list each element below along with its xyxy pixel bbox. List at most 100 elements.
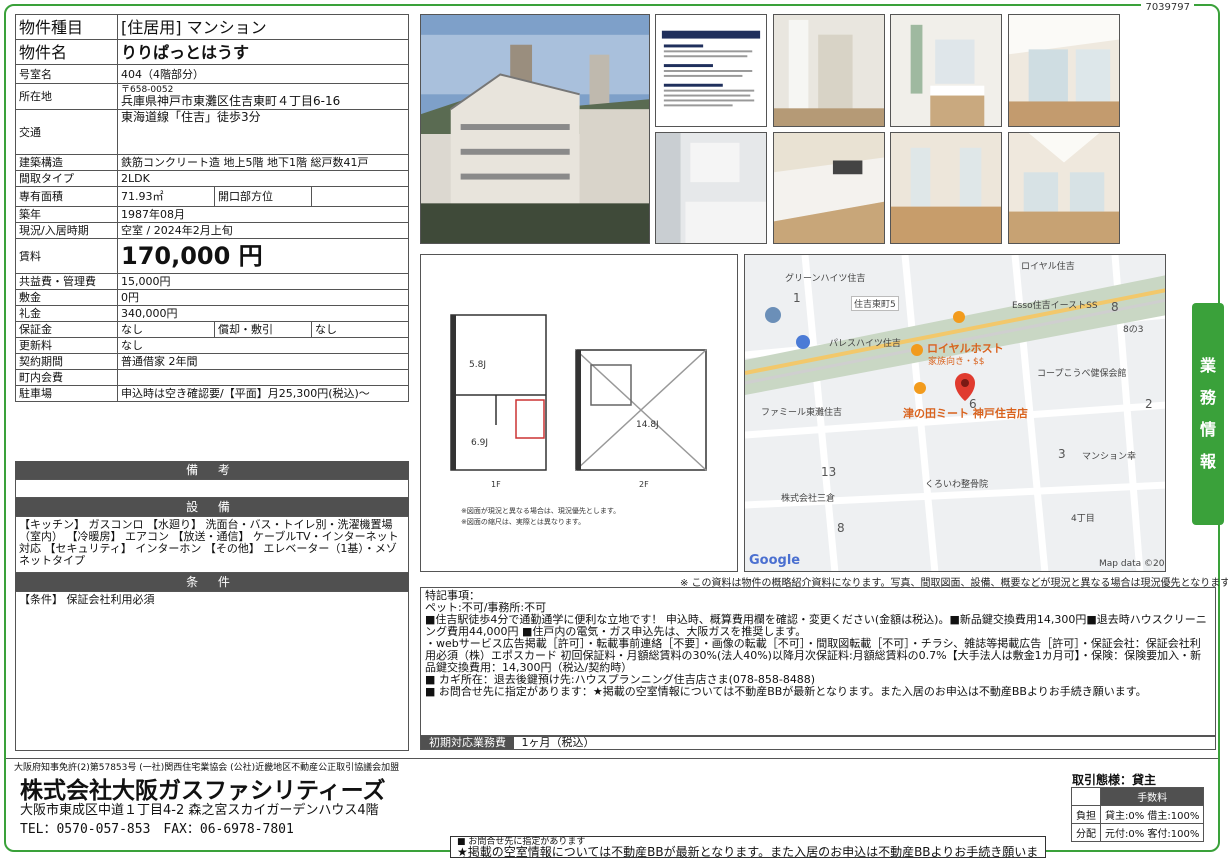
kitchen-photo[interactable] bbox=[773, 132, 885, 244]
company-tel-fax: TEL：0570-057-853 FAX：06-6978-7801 bbox=[20, 822, 294, 837]
room-photo-2[interactable] bbox=[890, 132, 1002, 244]
notes-line-2: ■住吉駅徒歩4分で通勤通学に便利な立地です！ 申込時、概算費用欄を確認・変更くだ… bbox=[425, 613, 1207, 638]
bathroom-photo[interactable] bbox=[655, 132, 767, 244]
rent-value: 170,000 円 bbox=[117, 238, 409, 274]
map-label-15: 8の3 bbox=[1123, 325, 1144, 335]
parking-value: 申込時は空き確認要/【平面】月25,300円(税込)～ bbox=[117, 385, 409, 402]
map-num-3: 6 bbox=[969, 397, 977, 411]
business-info-tab[interactable]: 業 務 情 報 bbox=[1192, 303, 1224, 525]
location-map[interactable]: グリーンハイツ住吉 住吉東町5 ロイヤル住吉 Esso住吉イーストSS パレスハ… bbox=[744, 254, 1166, 572]
map-num-6: 13 bbox=[821, 465, 837, 479]
doc-thumbnail[interactable] bbox=[655, 14, 767, 127]
conditions-header: 条 件 bbox=[15, 573, 409, 591]
floorplan-note-1: ※図面が現況と異なる場合は、現況優先とします。 bbox=[461, 506, 620, 515]
washroom-photo[interactable] bbox=[890, 14, 1002, 127]
room-photo-1[interactable] bbox=[1008, 14, 1120, 127]
map-label-10: 津の田ミート 神戸住吉店 bbox=[903, 407, 1028, 420]
status-label: 現況/入居時期 bbox=[15, 222, 118, 239]
side-tab-char-2: 務 bbox=[1199, 388, 1216, 407]
bottom-note-big: ★掲載の空室情報については不動産BBが最新となります。また入居のお申込は不動産B… bbox=[457, 845, 1039, 858]
room-photo-3[interactable] bbox=[1008, 132, 1120, 244]
map-label-11: マンション幸 bbox=[1082, 452, 1137, 462]
conditions-box: 【条件】 保証会社利用必須 bbox=[15, 591, 409, 751]
map-label-7: 家族向き・$$ bbox=[928, 357, 985, 367]
traffic-label: 交通 bbox=[15, 109, 118, 155]
map-num-7: 8 bbox=[837, 521, 845, 535]
address-label: 所在地 bbox=[15, 83, 118, 110]
built-value: 1987年08月 bbox=[117, 206, 409, 223]
floor-label-2f: 2F bbox=[639, 480, 649, 489]
map-attribution: Map data ©2024 bbox=[1099, 559, 1165, 569]
room-label-3: 14.8J bbox=[636, 420, 659, 430]
google-logo: Google bbox=[749, 553, 801, 568]
floor-plan[interactable]: 5.8J 6.9J 14.8J 1F 2F ※図面が現況と異なる場合は、現況優先… bbox=[420, 254, 738, 572]
key-money-label: 礼金 bbox=[15, 305, 118, 322]
special-notes: 特記事項： ペット:不可/事務所:不可 ■住吉駅徒歩4分で通勤通学に便利な立地で… bbox=[420, 587, 1216, 737]
area-value: 71.93㎡ bbox=[117, 186, 215, 207]
equipment-header: 設 備 bbox=[15, 498, 409, 516]
map-num-1: 1 bbox=[793, 291, 801, 305]
town-fee-label: 町内会費 bbox=[15, 369, 118, 386]
notes-line-3: ・webサービス広告掲載［許可］・転載事前連絡［不要］・画像の転載［不可］・間取… bbox=[425, 637, 1202, 674]
amortization-value: なし bbox=[311, 321, 409, 338]
type-label: 物件種目 bbox=[15, 14, 118, 40]
burden-label: 負担 bbox=[1071, 805, 1101, 824]
initial-fee-value: 1ヶ月（税込） bbox=[521, 736, 595, 749]
map-label-8: コープこうべ健保会館 bbox=[1037, 369, 1127, 379]
initial-fee-bar: 初期対応業務費 1ヶ月（税込） bbox=[420, 735, 1216, 750]
floor-label-1f: 1F bbox=[491, 480, 501, 489]
contract-value: 普通借家 2年間 bbox=[117, 353, 409, 370]
map-label-1: グリーンハイツ住吉 bbox=[785, 274, 866, 284]
side-tab-char-3: 情 bbox=[1199, 420, 1216, 439]
town-fee-value bbox=[117, 369, 409, 386]
side-tab-char-4: 報 bbox=[1199, 452, 1216, 471]
property-spec-table: 物件種目 [住居用] マンション 物件名 りりぱっとはうす 号室名 404（4階… bbox=[15, 14, 409, 402]
layout-value: 2LDK bbox=[117, 170, 409, 187]
entrance-photo[interactable] bbox=[773, 14, 885, 127]
side-tab-char-1: 業 bbox=[1199, 356, 1216, 375]
equipment-text: 【キッチン】 ガスコンロ 【水廻り】 洗面台・バス・トイレ別・洗濯機置場（室内）… bbox=[15, 516, 409, 573]
map-label-2: 住吉東町5 bbox=[851, 296, 899, 311]
remarks-box bbox=[15, 479, 409, 498]
room-label-1: 5.8J bbox=[469, 360, 486, 370]
parking-label: 駐車場 bbox=[15, 385, 118, 402]
opening-label: 開口部方位 bbox=[214, 186, 312, 207]
map-label-14: 4丁目 bbox=[1071, 514, 1095, 524]
building-photo[interactable] bbox=[420, 14, 650, 244]
split-label: 分配 bbox=[1071, 823, 1101, 842]
status-value: 空室 / 2024年2月上旬 bbox=[117, 222, 409, 239]
address-value: 兵庫県神戸市東灘区住吉東町４丁目6-16 bbox=[121, 94, 341, 108]
room-label-2: 6.9J bbox=[471, 438, 488, 448]
structure-value: 鉄筋コンクリート造 地上5階 地下1階 総戸数41戸 bbox=[117, 154, 409, 171]
name-label: 物件名 bbox=[15, 39, 118, 65]
floorplan-note-2: ※図面の縮尺は、実際とは異なります。 bbox=[461, 517, 585, 526]
fee-table: 手数料 負担 貸主:0% 借主:100% 分配 元付:0% 客付:100% bbox=[1071, 787, 1205, 842]
initial-fee-label: 初期対応業務費 bbox=[421, 736, 514, 749]
map-num-5: 3 bbox=[1058, 447, 1066, 461]
map-num-4: 2 bbox=[1145, 397, 1153, 411]
rent-label: 賃料 bbox=[15, 238, 118, 274]
bottom-contact-note: ■ お問合せ先に指定があります ★掲載の空室情報については不動産BBが最新となり… bbox=[450, 836, 1046, 858]
route-marker bbox=[796, 335, 810, 349]
layout-label: 間取タイプ bbox=[15, 170, 118, 187]
map-label-3: ロイヤル住吉 bbox=[1021, 262, 1075, 272]
notes-line-5: ■ お問合せ先に指定があります：★掲載の空室情報については不動産BBが最新となり… bbox=[425, 685, 1147, 698]
guarantee-value: なし bbox=[117, 321, 215, 338]
school-marker bbox=[765, 307, 781, 323]
address-cell: 〒658-0052 兵庫県神戸市東灘区住吉東町４丁目6-16 bbox=[117, 83, 409, 110]
deposit-label: 敷金 bbox=[15, 289, 118, 306]
traffic-value: 東海道線「住吉」徒歩3分 bbox=[117, 109, 409, 155]
company-address: 大阪市東成区中道１丁目4-2 森之宮スカイガーデンハウス4階 bbox=[20, 803, 379, 818]
conditions-text: 【条件】 保証会社利用必須 bbox=[19, 593, 155, 606]
area-label: 専有面積 bbox=[15, 186, 118, 207]
map-num-2: 8 bbox=[1111, 300, 1119, 314]
mgmt-fee-label: 共益費・管理費 bbox=[15, 273, 118, 290]
key-money-value: 340,000円 bbox=[117, 305, 409, 322]
map-label-12: 株式会社三倉 bbox=[781, 494, 836, 504]
room-label: 号室名 bbox=[15, 64, 118, 84]
renewal-label: 更新料 bbox=[15, 337, 118, 354]
map-label-4: Esso住吉イーストSS bbox=[1012, 301, 1098, 311]
split-value: 元付:0% 客付:100% bbox=[1099, 823, 1205, 842]
fee-header: 手数料 bbox=[1099, 787, 1205, 806]
amortization-label: 償却・敷引 bbox=[214, 321, 312, 338]
